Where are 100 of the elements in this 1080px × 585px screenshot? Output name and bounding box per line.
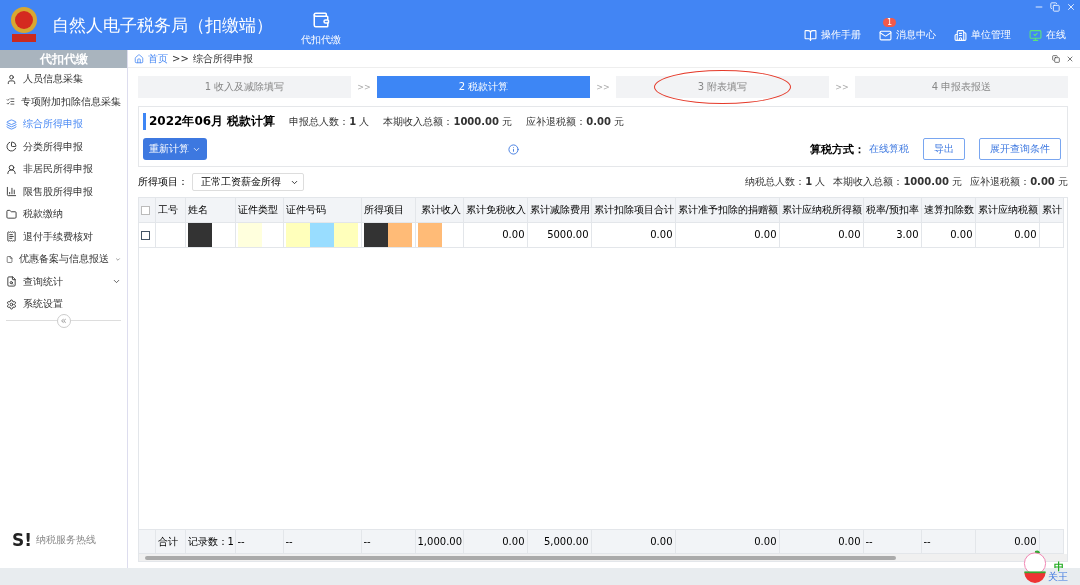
table-cell: 0.00 <box>754 229 777 240</box>
checkbox[interactable] <box>141 205 150 215</box>
folder-icon <box>6 208 17 220</box>
file-icon <box>6 253 14 265</box>
total-stat: 应补退税额：0.00 元 <box>970 175 1068 189</box>
table-cell: 0.00 <box>838 229 861 240</box>
footer-cell: -- <box>865 536 873 547</box>
user-icon <box>6 73 17 85</box>
hotline-label: 纳税服务热线 <box>36 533 96 547</box>
footer-cell: 5,000.00 <box>543 536 589 547</box>
summary-stat: 申报总人数：1 人 <box>289 114 370 129</box>
column-header: 税率/预扣率 <box>863 198 921 222</box>
footer-cell: -- <box>237 536 245 547</box>
close-icon[interactable] <box>1066 2 1076 12</box>
method-value: 在线算税 <box>869 142 909 156</box>
footer-cell: -- <box>923 536 931 547</box>
column-header: 速算扣除数 <box>921 198 975 222</box>
module-tab[interactable]: 代扣代缴 <box>301 3 341 47</box>
mail-icon <box>879 28 892 42</box>
close-icon[interactable] <box>1066 54 1074 63</box>
column-header: 累计应纳税所得额 <box>779 198 863 222</box>
table-cell: 3.00 <box>896 229 919 240</box>
receipt-icon <box>6 231 17 243</box>
column-header: 证件号码 <box>283 198 361 222</box>
breadcrumb-link[interactable]: 首页 <box>148 51 168 66</box>
column-header: 累计减除费用 <box>527 198 591 222</box>
column-header: 工号 <box>155 198 185 222</box>
toolbar-button[interactable]: 单位管理 <box>954 18 1011 42</box>
sidebar-item[interactable]: 限售股所得申报 <box>0 180 127 203</box>
horizontal-scrollbar[interactable] <box>139 554 1067 561</box>
toolbar-button[interactable]: 在线 <box>1029 18 1066 42</box>
export-button[interactable]: 导出 <box>923 138 965 160</box>
footer-cell: 合计 <box>157 535 178 547</box>
expand-query-button[interactable]: 展开查询条件 <box>979 138 1061 160</box>
restore-icon[interactable] <box>1052 54 1060 63</box>
step-tab[interactable]: 2 税款计算 <box>377 76 590 98</box>
filter-label: 所得项目： <box>138 175 188 189</box>
income-type-select[interactable]: 正常工资薪金所得 <box>192 173 304 191</box>
table-cell: 0.00 <box>502 229 525 240</box>
column-header: 累计应纳税额 <box>975 198 1039 222</box>
sidebar-item[interactable]: 分类所得申报 <box>0 135 127 158</box>
toolbar-button[interactable]: 1 消息中心 <box>879 18 936 42</box>
pie-chart-icon <box>6 141 17 153</box>
table-cell: 0.00 <box>650 229 673 240</box>
layers-icon <box>6 118 17 130</box>
sidebar-item[interactable]: 专项附加扣除信息采集 <box>0 90 127 113</box>
breadcrumb-current: 综合所得申报 <box>192 51 253 66</box>
count-badge: 1 <box>883 18 897 27</box>
step-tab[interactable]: 3 附表填写 <box>616 76 829 98</box>
sidebar-item[interactable]: 系统设置 <box>0 293 127 316</box>
column-header: 累计免税收入 <box>463 198 527 222</box>
breadcrumb-separator: >> <box>172 53 189 64</box>
recalculate-button[interactable]: 重新计算 <box>143 138 207 160</box>
step-separator: >> <box>356 82 372 92</box>
sidebar-item[interactable]: 人员信息采集 <box>0 68 127 91</box>
total-stat: 本期收入总额：1000.00 元 <box>833 175 963 189</box>
sidebar-item[interactable]: 综合所得申报 <box>0 113 127 136</box>
column-header: 所得项目 <box>361 198 415 222</box>
checkbox[interactable] <box>141 230 150 240</box>
gear-icon <box>6 298 17 310</box>
app-title: 自然人电子税务局（扣缴端） <box>52 13 273 37</box>
method-label: 算税方式： <box>810 141 865 157</box>
building-icon <box>954 28 967 42</box>
step-separator: >> <box>834 82 850 92</box>
file-search-icon <box>6 276 17 288</box>
status-link[interactable]: 关王 <box>1048 569 1068 584</box>
home-icon <box>134 53 144 64</box>
sidebar-item[interactable]: 退付手续费核对 <box>0 225 127 248</box>
sidebar-item[interactable]: 非居民所得申报 <box>0 158 127 181</box>
column-header: 姓名 <box>185 198 235 222</box>
footer-cell: 0.00 <box>502 536 525 547</box>
monitor-check-icon <box>1029 28 1042 42</box>
footer-cell: 0.00 <box>754 536 777 547</box>
sidebar-header: 代扣代缴 <box>0 50 127 68</box>
collapse-button[interactable]: « <box>56 313 71 328</box>
footer-cell: 0.00 <box>838 536 861 547</box>
footer-cell: 0.00 <box>1014 536 1037 547</box>
bar-chart-icon <box>6 186 17 198</box>
restore-icon[interactable] <box>1050 2 1060 12</box>
hotline-logo: S! <box>12 530 32 550</box>
step-tab[interactable]: 4 申报表报送 <box>855 76 1068 98</box>
table-cell: 5000.00 <box>547 229 589 240</box>
list-icon <box>6 96 15 108</box>
sidebar-item[interactable]: 查询统计 <box>0 270 127 293</box>
sidebar-item[interactable]: 优惠备案与信息报送 <box>0 248 127 271</box>
info-icon <box>508 143 519 155</box>
step-tab[interactable]: 1 收入及减除填写 <box>138 76 351 98</box>
sidebar-item[interactable]: 税款缴纳 <box>0 203 127 226</box>
wallet-icon <box>312 11 330 29</box>
footer-cell: 0.00 <box>650 536 673 547</box>
summary-stat: 应补退税额：0.00 元 <box>526 114 625 129</box>
column-header: 累计准予扣除的捐赠额 <box>675 198 779 222</box>
column-header: 累计扣除项目合计 <box>591 198 675 222</box>
footer-cell: -- <box>285 536 293 547</box>
section-title: 2022年06月 税款计算 <box>143 113 276 130</box>
table-cell: 0.00 <box>1014 229 1037 240</box>
toolbar-button[interactable]: 操作手册 <box>804 18 861 42</box>
person-icon <box>6 163 17 175</box>
total-stat: 纳税总人数：1 人 <box>745 175 826 189</box>
summary-stat: 本期收入总额：1000.00 元 <box>383 114 513 129</box>
